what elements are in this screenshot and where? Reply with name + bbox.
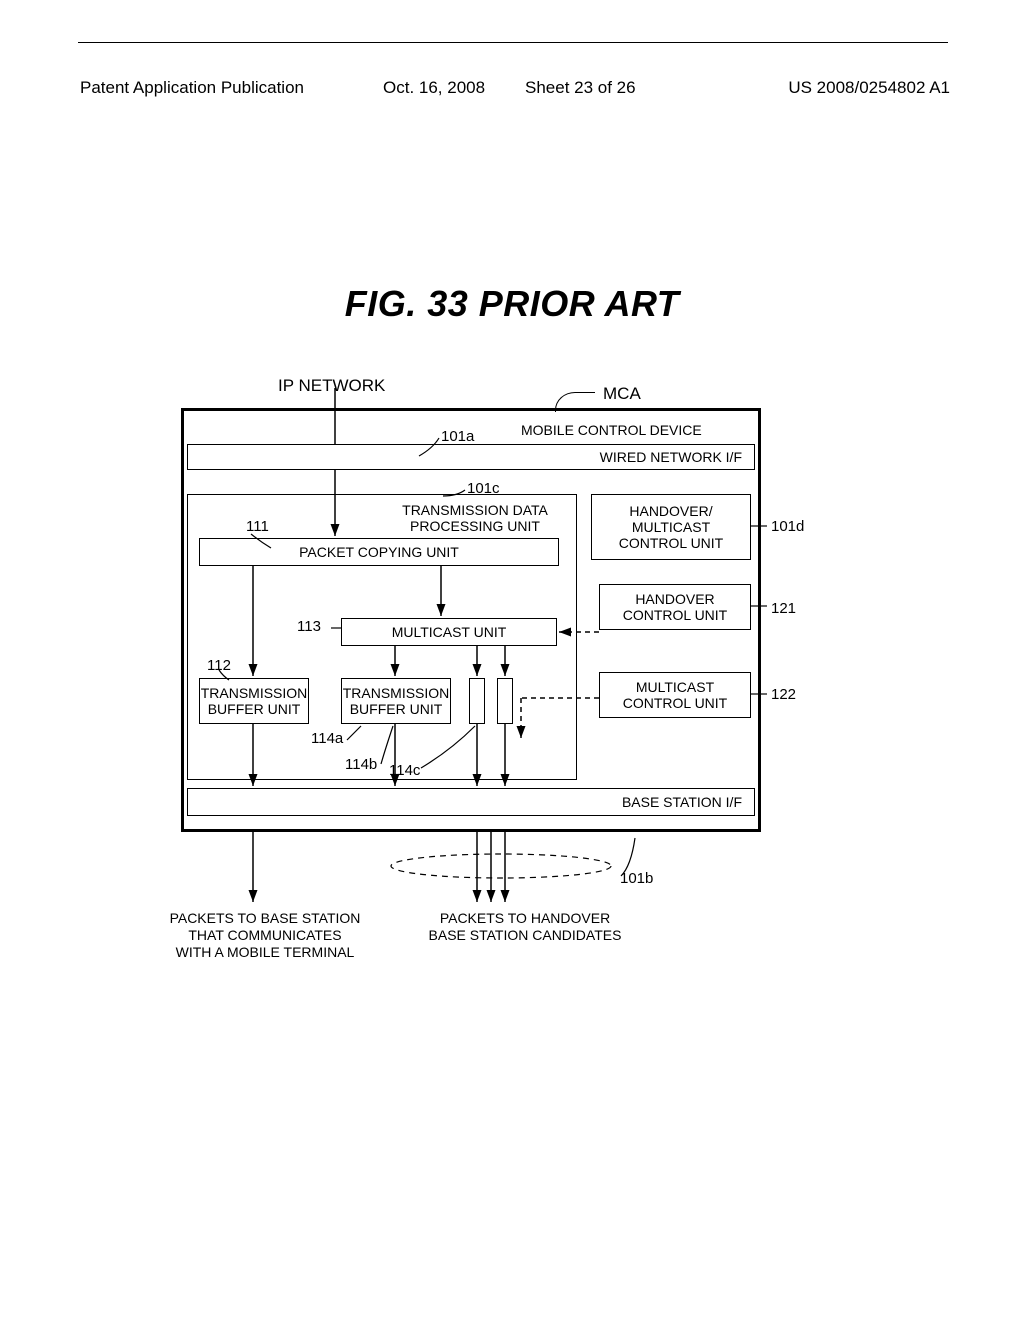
ref-121: 121 (771, 600, 796, 617)
ref-122: 122 (771, 686, 796, 703)
top-arrow-svg (181, 388, 761, 408)
header-sheet: Sheet 23 of 26 (525, 78, 636, 98)
output-right-label: PACKETS TO HANDOVER BASE STATION CANDIDA… (420, 910, 630, 944)
page-rule (78, 42, 948, 43)
header-date: Oct. 16, 2008 (383, 78, 485, 98)
arrows-svg (181, 408, 761, 832)
header-publication: Patent Application Publication (80, 78, 304, 98)
bottom-arrows-svg (181, 832, 761, 912)
ref-101d: 101d (771, 518, 804, 535)
header-docket: US 2008/0254802 A1 (788, 78, 950, 98)
output-left-label: PACKETS TO BASE STATION THAT COMMUNICATE… (160, 910, 370, 960)
ref-101b: 101b (620, 870, 653, 887)
figure-title: FIG. 33 PRIOR ART (0, 283, 1024, 325)
page-header: Patent Application Publication Oct. 16, … (80, 78, 950, 98)
